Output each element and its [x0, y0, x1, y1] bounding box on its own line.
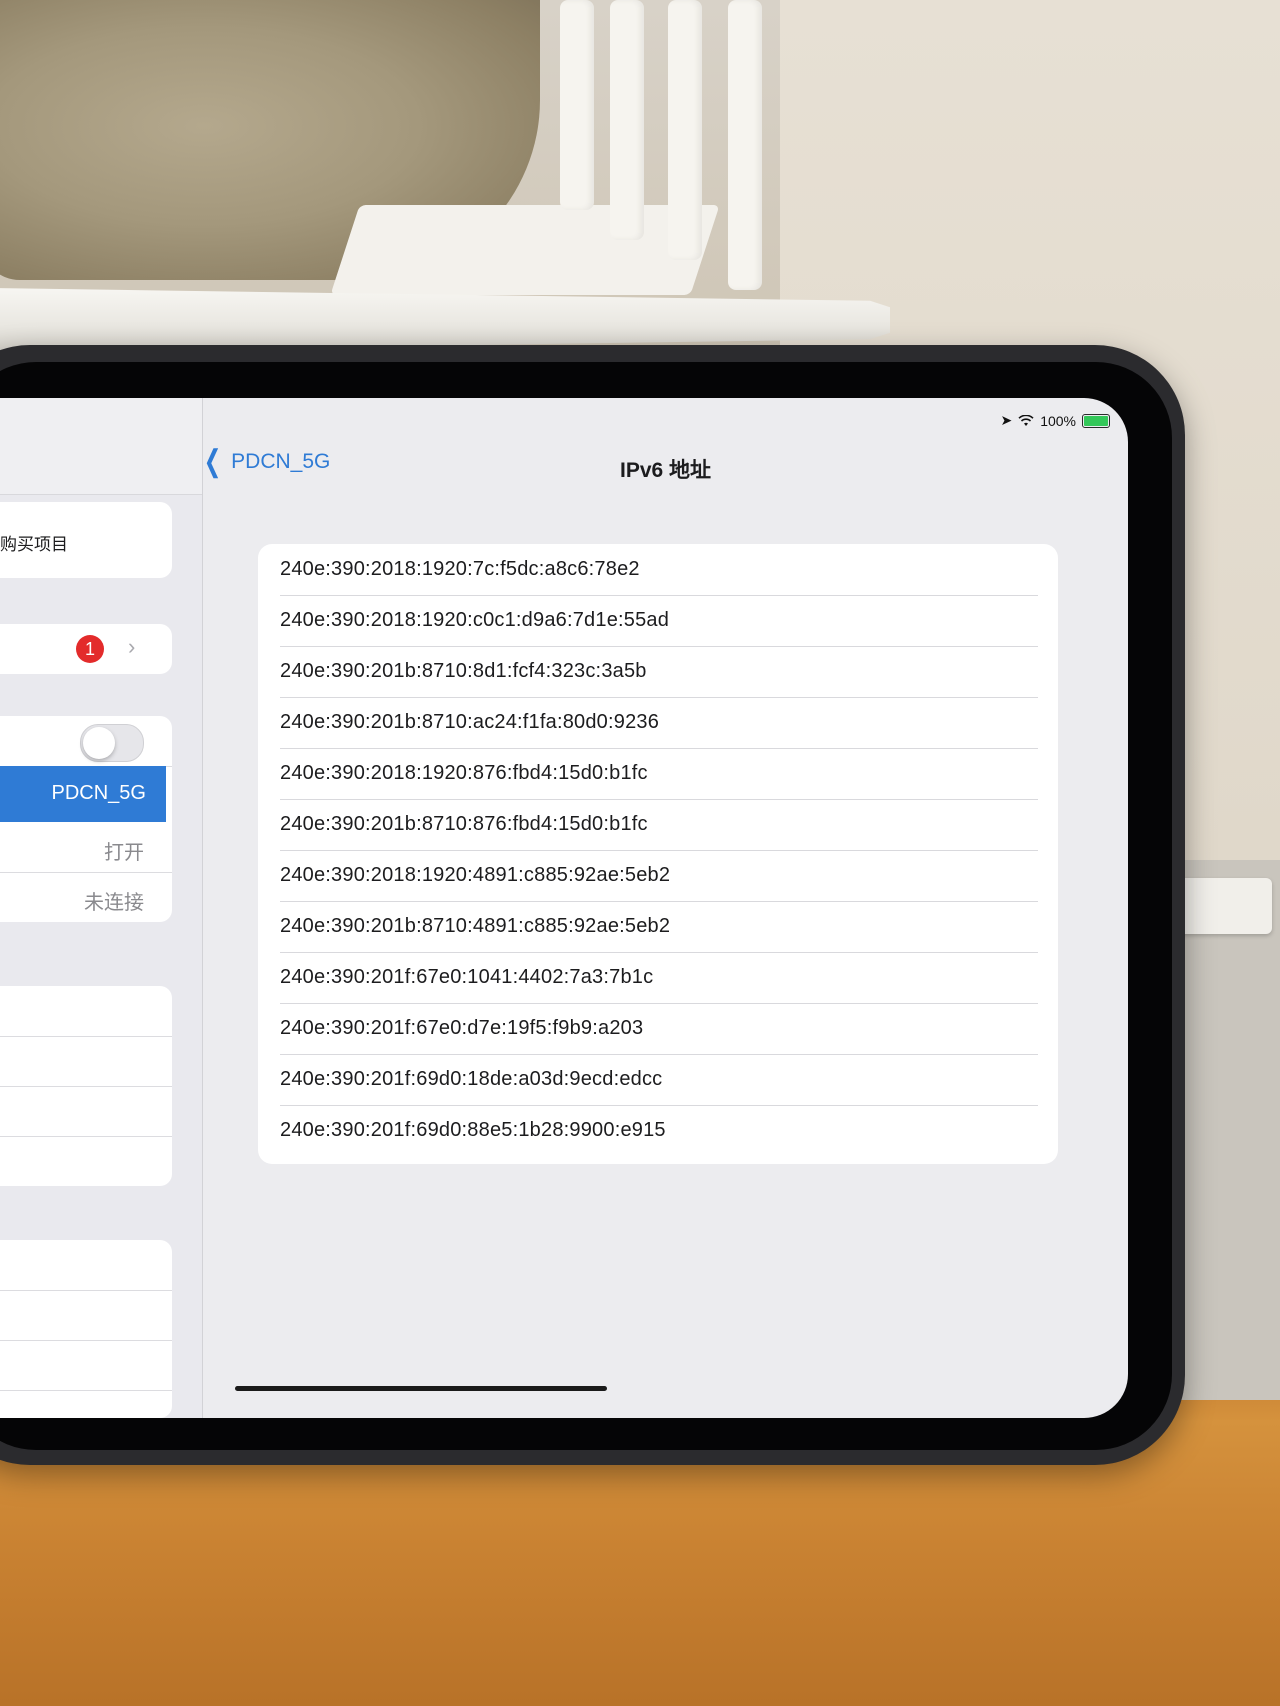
home-indicator[interactable]	[235, 1386, 607, 1391]
list-item[interactable]: 240e:390:201f:67e0:d7e:19f5:f9b9:a203	[280, 1003, 1038, 1055]
ipv6-address: 240e:390:2018:1920:876:fbd4:15d0:b1fc	[280, 762, 648, 784]
location-arrow-icon: ➤	[1000, 412, 1013, 428]
page-title: IPv6 地址	[620, 459, 712, 482]
open-value: 打开	[104, 842, 144, 864]
ipv6-address: 240e:390:2018:1920:c0c1:d9a6:7d1e:55ad	[280, 609, 670, 631]
sidebar-empty-row[interactable]	[0, 1136, 172, 1186]
chevron-right-icon: ›	[128, 634, 136, 659]
router-antenna	[610, 0, 644, 240]
list-item[interactable]: 240e:390:201b:8710:876:fbd4:15d0:b1fc	[280, 799, 1038, 851]
router-antenna	[668, 0, 702, 260]
ipv6-address: 240e:390:201b:8710:4891:c885:92ae:5eb2	[280, 915, 671, 937]
router-antenna	[560, 0, 594, 210]
back-button-label: PDCN_5G	[231, 450, 331, 473]
ipv6-address: 240e:390:201f:67e0:d7e:19f5:f9b9:a203	[280, 1017, 644, 1039]
stylus-pencil	[0, 288, 890, 352]
settings-sidebar: 购买项目 1 › PDCN_5G 打开 未连接	[0, 398, 203, 1418]
list-item[interactable]: 240e:390:201b:8710:4891:c885:92ae:5eb2	[280, 901, 1038, 953]
list-item[interactable]: 240e:390:201b:8710:ac24:f1fa:80d0:9236	[280, 697, 1038, 749]
ipv6-address: 240e:390:201b:8710:ac24:f1fa:80d0:9236	[280, 711, 660, 733]
back-button[interactable]: ❮ PDCN_5G	[200, 445, 331, 478]
battery-percent: 100%	[1040, 412, 1076, 429]
background-router	[330, 205, 720, 295]
sidebar-empty-row[interactable]	[0, 986, 172, 1037]
ipv6-address: 240e:390:2018:1920:7c:f5dc:a8c6:78e2	[280, 558, 640, 580]
sidebar-item-status[interactable]: 未连接	[0, 872, 172, 922]
status-value: 未连接	[84, 892, 144, 914]
ipv6-address-list: 240e:390:2018:1920:7c:f5dc:a8c6:78e2 240…	[258, 544, 1058, 1164]
sidebar-header	[0, 398, 202, 495]
wifi-icon	[1018, 414, 1034, 426]
usb-plug	[1176, 878, 1272, 934]
notification-row[interactable]: 1 ›	[0, 624, 172, 674]
sidebar-empty-row[interactable]	[0, 1086, 172, 1137]
battery-icon	[1082, 413, 1110, 428]
ipv6-address: 240e:390:201f:67e0:1041:4402:7a3:7b1c	[280, 966, 654, 988]
notification-badge: 1	[76, 635, 104, 663]
list-item[interactable]: 240e:390:2018:1920:c0c1:d9a6:7d1e:55ad	[280, 595, 1038, 647]
wifi-toggle-row	[0, 716, 172, 767]
ipv6-address: 240e:390:201f:69d0:88e5:1b28:9900:e915	[280, 1119, 666, 1141]
background-cable	[1170, 860, 1280, 1400]
list-item[interactable]: 240e:390:201f:67e0:1041:4402:7a3:7b1c	[280, 952, 1038, 1004]
sidebar-empty-row[interactable]	[0, 1240, 172, 1291]
list-item[interactable]: 240e:390:2018:1920:7c:f5dc:a8c6:78e2	[280, 544, 1038, 596]
status-bar: ➤ 100%	[1000, 412, 1110, 429]
ipad-screen: 购买项目 1 › PDCN_5G 打开 未连接 ➤ 100% ❮ PDCN_5G…	[0, 398, 1128, 1418]
sidebar-empty-row[interactable]	[0, 1340, 172, 1391]
ipv6-address: 240e:390:201f:69d0:18de:a03d:9ecd:edcc	[280, 1068, 663, 1090]
selected-network-label: PDCN_5G	[51, 782, 146, 804]
ipv6-address: 240e:390:2018:1920:4891:c885:92ae:5eb2	[280, 864, 671, 886]
list-item[interactable]: 240e:390:201f:69d0:18de:a03d:9ecd:edcc	[280, 1054, 1038, 1106]
toggle-knob	[83, 727, 115, 759]
sidebar-empty-row[interactable]	[0, 1036, 172, 1087]
list-item[interactable]: 240e:390:201b:8710:8d1:fcf4:323c:3a5b	[280, 646, 1038, 698]
ipv6-address: 240e:390:201b:8710:876:fbd4:15d0:b1fc	[280, 813, 648, 835]
router-antenna	[728, 0, 762, 290]
sidebar-group-1	[0, 986, 172, 1186]
sidebar-group-2	[0, 1240, 172, 1418]
list-item[interactable]: 240e:390:201f:69d0:88e5:1b28:9900:e915	[280, 1105, 1038, 1156]
chevron-left-icon: ❮	[203, 445, 222, 478]
list-item[interactable]: 240e:390:2018:1920:4891:c885:92ae:5eb2	[280, 850, 1038, 902]
purchase-card[interactable]: 购买项目	[0, 502, 172, 578]
ipv6-address: 240e:390:201b:8710:8d1:fcf4:323c:3a5b	[280, 660, 647, 682]
purchase-label: 购买项目	[0, 535, 68, 554]
wifi-toggle[interactable]	[80, 724, 144, 762]
battery-fill	[1084, 415, 1108, 426]
wifi-settings-card: PDCN_5G 打开 未连接	[0, 716, 172, 922]
list-item[interactable]: 240e:390:2018:1920:876:fbd4:15d0:b1fc	[280, 748, 1038, 800]
sidebar-item-open[interactable]: 打开	[0, 822, 172, 873]
sidebar-empty-row[interactable]	[0, 1290, 172, 1341]
sidebar-item-selected-network[interactable]: PDCN_5G	[0, 766, 166, 822]
